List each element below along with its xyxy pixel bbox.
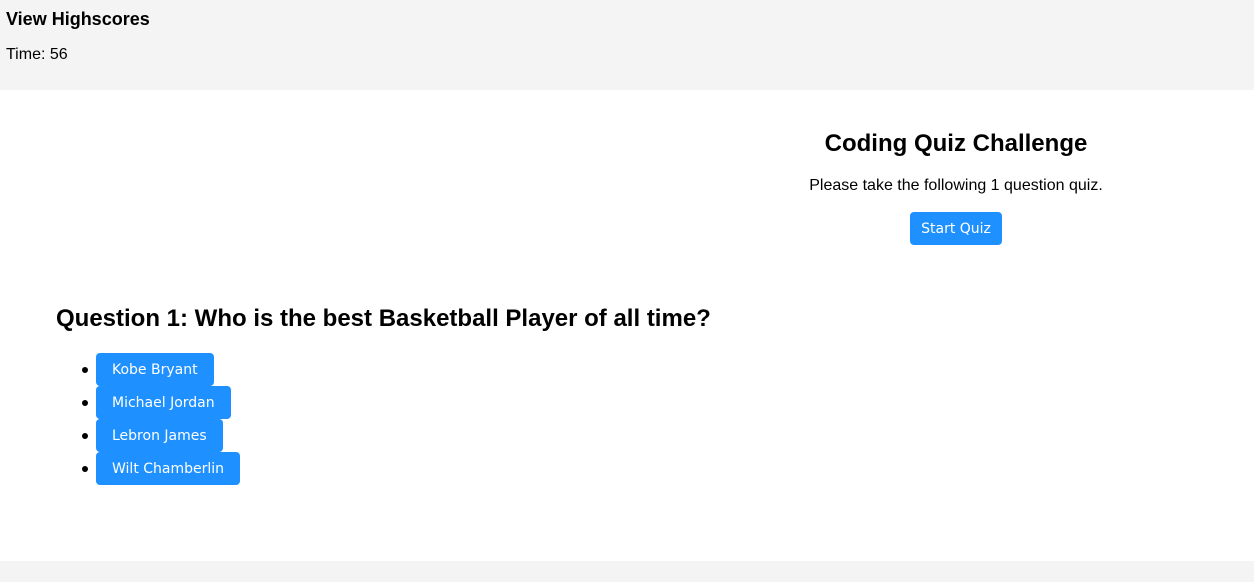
bullet-icon [82, 367, 88, 373]
answer-item: Lebron James [82, 419, 240, 452]
bullet-icon [82, 466, 88, 472]
answer-item: Kobe Bryant [82, 353, 240, 386]
bullet-icon [82, 433, 88, 439]
header-bar: View Highscores Time: 56 [0, 0, 1254, 90]
quiz-description: Please take the following 1 question qui… [809, 177, 1103, 194]
answer-item: Wilt Chamberlin [82, 452, 241, 485]
answer-list: Kobe Bryant Michael Jordan Lebron James … [56, 353, 241, 485]
timer-display: Time: 56 [6, 46, 68, 63]
answer-item: Michael Jordan [82, 386, 240, 419]
answer-button-kobe-bryant[interactable]: Kobe Bryant [96, 353, 214, 386]
start-quiz-button[interactable]: Start Quiz [910, 212, 1002, 245]
quiz-title: Coding Quiz Challenge [824, 130, 1088, 157]
answer-button-michael-jordan[interactable]: Michael Jordan [96, 386, 231, 419]
answer-button-wilt-chamberlin[interactable]: Wilt Chamberlin [96, 452, 241, 485]
answer-button-lebron-james[interactable]: Lebron James [96, 419, 223, 452]
question-title: Question 1: Who is the best Basketball P… [56, 305, 711, 332]
view-highscores-link[interactable]: View Highscores [6, 8, 150, 30]
footer-strip [0, 561, 1254, 582]
main-content: Coding Quiz Challenge Please take the fo… [0, 90, 1254, 561]
bullet-icon [82, 400, 88, 406]
